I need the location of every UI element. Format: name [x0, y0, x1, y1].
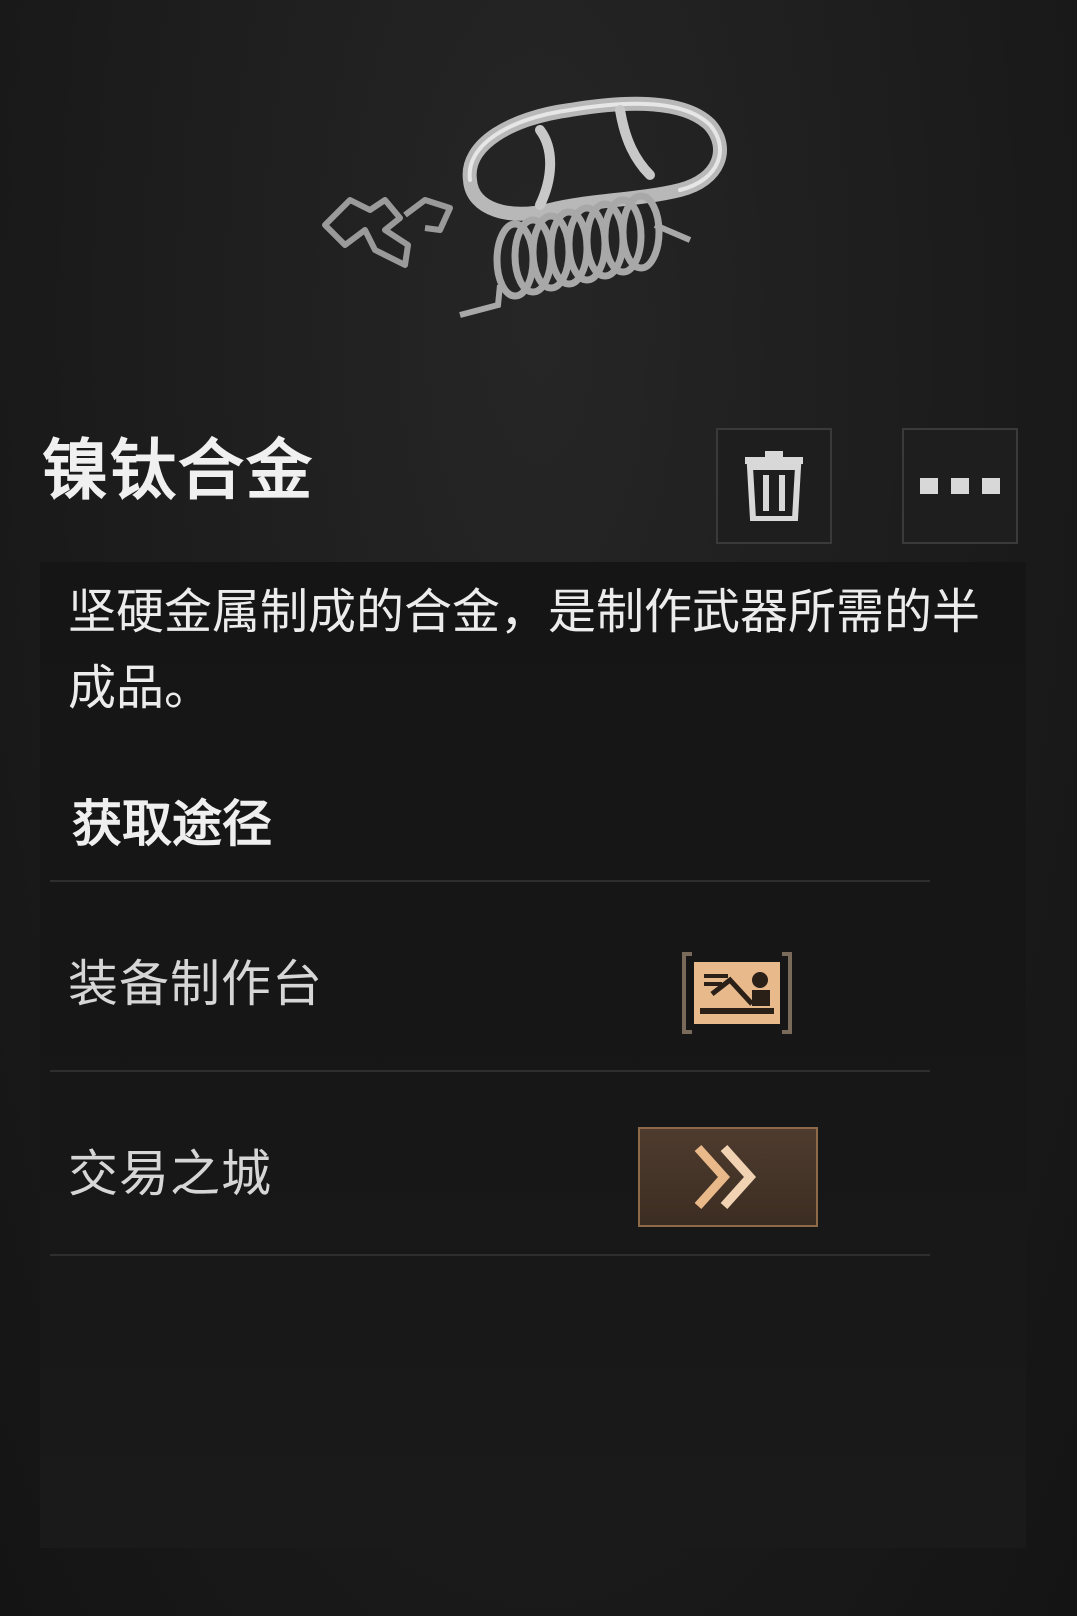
item-image [322, 96, 727, 318]
bracket-ring-icon [462, 96, 727, 221]
source-label: 装备制作台 [68, 955, 323, 1013]
workbench-icon [682, 952, 792, 1034]
clip-piece-icon [322, 197, 453, 268]
sources-heading: 获取途径 [72, 795, 272, 853]
item-description: 坚硬金属制成的合金，是制作武器所需的半成品。 [68, 584, 981, 716]
item-title: 镍钛合金 [42, 432, 314, 509]
goto-trade-city-button[interactable] [638, 1127, 818, 1227]
double-chevron-right-icon [694, 1144, 757, 1210]
source-label: 交易之城 [68, 1145, 272, 1203]
more-button[interactable] [902, 428, 1018, 544]
info-panel: 坚硬金属制成的合金，是制作武器所需的半成品。 获取途径 装备制作台 交易之城 [40, 562, 1026, 1548]
source-row-workbench: 装备制作台 [40, 882, 1026, 1062]
trash-icon [745, 451, 803, 521]
divider [50, 1254, 930, 1256]
more-dots-icon [920, 478, 1000, 494]
delete-button[interactable] [716, 428, 832, 544]
workbench-button[interactable] [682, 952, 792, 1034]
source-row-trade-city: 交易之城 [40, 1072, 1026, 1252]
